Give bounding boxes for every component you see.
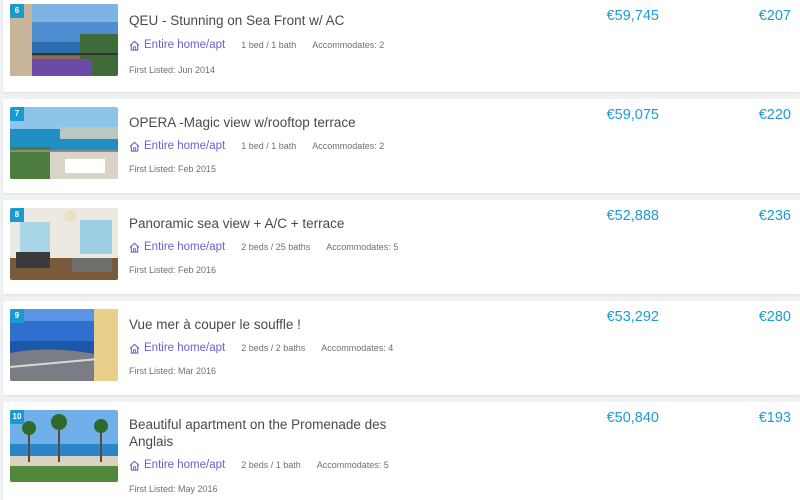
listing-meta: Entire home/apt 2 beds / 2 baths Accommo…: [129, 340, 393, 356]
annual-revenue: €53,292: [606, 309, 659, 325]
accommodates: Accommodates: 5: [326, 242, 399, 252]
listing-title[interactable]: Vue mer à couper le souffle !: [129, 316, 389, 333]
daily-rate: €193: [758, 410, 791, 426]
beds-baths: 1 bed / 1 bath: [241, 40, 297, 50]
listing-title[interactable]: Panoramic sea view + A/C + terrace: [129, 215, 389, 232]
listing-meta: Entire home/apt 2 beds / 1 bath Accommod…: [129, 457, 389, 473]
annual-revenue: €59,075: [606, 107, 659, 123]
room-type-label: Entire home/apt: [144, 39, 226, 51]
annual-revenue: €59,745: [606, 8, 659, 24]
listing-photo[interactable]: 9: [10, 309, 118, 381]
listing-card[interactable]: 9 Vue mer à couper le souffle ! Entire h…: [3, 301, 800, 395]
first-listed: First Listed: Feb 2015: [129, 164, 217, 174]
first-listed: First Listed: Mar 2016: [129, 366, 217, 376]
listing-photo[interactable]: 8: [10, 208, 118, 280]
listing-meta: Entire home/apt 2 beds / 25 baths Accomm…: [129, 239, 398, 255]
home-icon: [129, 242, 140, 253]
room-type: Entire home/apt: [129, 457, 225, 473]
annual-revenue: €52,888: [606, 208, 659, 224]
accommodates: Accommodates: 5: [316, 460, 389, 470]
listing-meta: Entire home/apt 1 bed / 1 bath Accommoda…: [129, 138, 384, 154]
listing-photo-image: [10, 107, 118, 179]
daily-rate: €220: [758, 107, 791, 123]
listing-photo[interactable]: 7: [10, 107, 118, 179]
listing-card[interactable]: 6 QEU - Stunning on Sea Front w/ AC Enti…: [3, 0, 800, 92]
listing-card[interactable]: 10 Beautiful apartment on the Promenade …: [3, 402, 800, 500]
listing-photo[interactable]: 6: [10, 4, 118, 76]
accommodates: Accommodates: 4: [321, 343, 394, 353]
listing-photo-image: [10, 208, 118, 280]
room-type: Entire home/apt: [129, 138, 225, 154]
room-type: Entire home/apt: [129, 37, 225, 53]
listing-results: 6 QEU - Stunning on Sea Front w/ AC Enti…: [0, 0, 800, 500]
listing-photo-image: [10, 410, 118, 482]
rank-badge: 8: [10, 208, 24, 222]
home-icon: [129, 40, 140, 51]
listing-photo-image: [10, 309, 118, 381]
first-listed: First Listed: Feb 2016: [129, 265, 217, 275]
first-listed: First Listed: Jun 2014: [129, 65, 216, 75]
room-type: Entire home/apt: [129, 239, 225, 255]
daily-rate: €236: [758, 208, 791, 224]
listing-meta: Entire home/apt 1 bed / 1 bath Accommoda…: [129, 37, 384, 53]
listing-photo[interactable]: 10: [10, 410, 118, 482]
home-icon: [129, 141, 140, 152]
beds-baths: 1 bed / 1 bath: [241, 141, 297, 151]
room-type-label: Entire home/apt: [144, 342, 226, 354]
rank-badge: 9: [10, 309, 24, 323]
accommodates: Accommodates: 2: [312, 141, 385, 151]
room-type-label: Entire home/apt: [144, 459, 226, 471]
listing-card[interactable]: 8 Panoramic sea view + A/C + terrace Ent…: [3, 200, 800, 294]
annual-revenue: €50,840: [606, 410, 659, 426]
daily-rate: €280: [758, 309, 791, 325]
room-type-label: Entire home/apt: [144, 241, 226, 253]
room-type: Entire home/apt: [129, 340, 225, 356]
home-icon: [129, 460, 140, 471]
listing-photo-image: [10, 4, 118, 76]
listing-title[interactable]: QEU - Stunning on Sea Front w/ AC: [129, 12, 389, 29]
beds-baths: 2 beds / 2 baths: [241, 343, 306, 353]
accommodates: Accommodates: 2: [312, 40, 385, 50]
first-listed: First Listed: May 2016: [129, 484, 218, 494]
rank-badge: 6: [10, 4, 24, 18]
rank-badge: 10: [10, 410, 24, 424]
beds-baths: 2 beds / 25 baths: [241, 242, 311, 252]
rank-badge: 7: [10, 107, 24, 121]
listing-card[interactable]: 7 OPERA -Magic view w/rooftop terrace En…: [3, 99, 800, 193]
home-icon: [129, 343, 140, 354]
beds-baths: 2 beds / 1 bath: [241, 460, 301, 470]
room-type-label: Entire home/apt: [144, 140, 226, 152]
daily-rate: €207: [758, 8, 791, 24]
listing-title[interactable]: OPERA -Magic view w/rooftop terrace: [129, 114, 389, 131]
listing-title[interactable]: Beautiful apartment on the Promenade des…: [129, 416, 389, 450]
